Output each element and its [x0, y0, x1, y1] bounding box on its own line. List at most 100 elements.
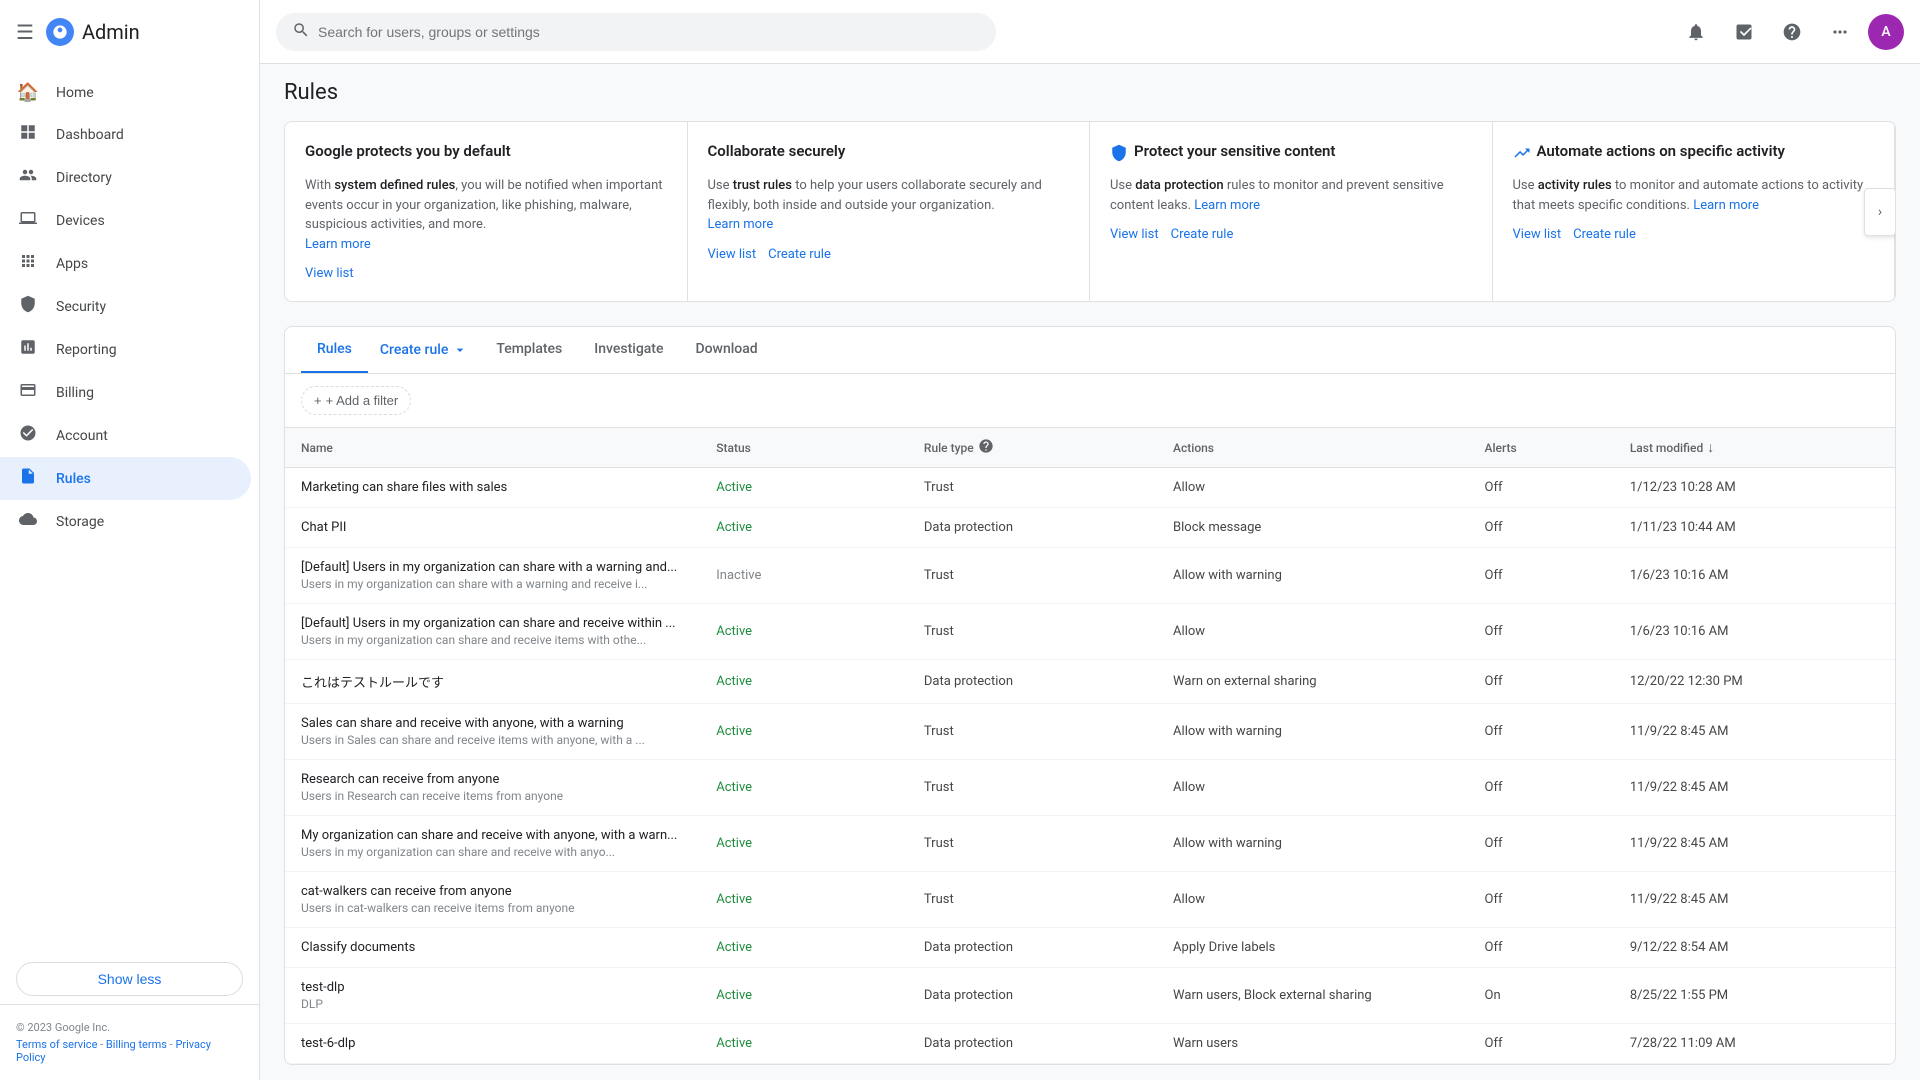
table-row[interactable]: Chat PII Active Data protection Block me… — [285, 508, 1895, 548]
search-input[interactable] — [318, 24, 980, 40]
cell-actions: Allow with warning — [1173, 568, 1484, 583]
cell-actions: Allow with warning — [1173, 724, 1484, 739]
card-description: With system defined rules, you will be n… — [305, 176, 667, 254]
cell-status: Active — [716, 520, 924, 535]
sidebar-item-devices[interactable]: Devices — [0, 199, 251, 242]
sidebar-item-label: Directory — [56, 170, 112, 186]
add-filter-button[interactable]: + + Add a filter — [301, 386, 411, 415]
tab-investigate[interactable]: Investigate — [578, 327, 679, 373]
cell-last-modified: 8/25/22 1:55 PM — [1630, 988, 1879, 1003]
cell-last-modified: 1/11/23 10:44 AM — [1630, 520, 1879, 535]
sidebar-item-reporting[interactable]: Reporting — [0, 328, 251, 371]
create-rule-link[interactable]: Create rule — [1171, 227, 1234, 242]
view-list-link[interactable]: View list — [1110, 227, 1159, 242]
sidebar-item-label: Home — [56, 85, 94, 101]
cell-alerts: Off — [1485, 568, 1630, 583]
cell-alerts: Off — [1485, 520, 1630, 535]
card-description: Use activity rules to monitor and automa… — [1513, 176, 1875, 215]
info-card-activity: Automate actions on specific activity Us… — [1493, 122, 1896, 301]
col-rule-type: Rule type — [924, 438, 1173, 457]
sidebar-item-apps[interactable]: Apps — [0, 242, 251, 285]
table-row[interactable]: cat-walkers can receive from anyone User… — [285, 872, 1895, 928]
card-actions: View list — [305, 266, 667, 281]
create-rule-link[interactable]: Create rule — [768, 247, 831, 262]
help-button[interactable] — [1772, 12, 1812, 52]
apps-button[interactable] — [1820, 12, 1860, 52]
page-title: Rules — [284, 80, 1896, 105]
tab-create-rule[interactable]: Create rule — [368, 336, 480, 364]
cell-last-modified: 7/28/22 11:09 AM — [1630, 1036, 1879, 1051]
sidebar-item-billing[interactable]: Billing — [0, 371, 251, 414]
view-list-link[interactable]: View list — [1513, 227, 1562, 242]
cell-rule-type: Data protection — [924, 988, 1173, 1003]
sidebar-item-label: Security — [56, 299, 106, 315]
sidebar-item-rules[interactable]: Rules — [0, 457, 251, 500]
rules-section: Rules Create rule Templates Investigate … — [284, 326, 1896, 1065]
billing-terms-link[interactable]: Billing terms — [106, 1038, 167, 1051]
reporting-icon — [16, 338, 40, 361]
cell-alerts: Off — [1485, 940, 1630, 955]
sidebar-item-directory[interactable]: Directory — [0, 156, 251, 199]
col-last-modified[interactable]: Last modified ↓ — [1630, 438, 1879, 457]
view-list-link[interactable]: View list — [708, 247, 757, 262]
cell-rule-type: Data protection — [924, 1036, 1173, 1051]
table-row[interactable]: test-dlp DLP Active Data protection Warn… — [285, 968, 1895, 1024]
billing-icon — [16, 381, 40, 404]
cell-rule-type: Trust — [924, 892, 1173, 907]
show-less-button[interactable]: Show less — [16, 962, 243, 996]
home-icon: 🏠 — [16, 82, 40, 103]
menu-icon[interactable]: ☰ — [16, 20, 34, 44]
learn-more-link[interactable]: Learn more — [305, 237, 371, 252]
sidebar-item-storage[interactable]: Storage — [0, 500, 251, 543]
cell-last-modified: 11/9/22 8:45 AM — [1630, 780, 1879, 795]
create-rule-link[interactable]: Create rule — [1573, 227, 1636, 242]
card-title: Collaborate securely — [708, 142, 846, 160]
sidebar-item-dashboard[interactable]: Dashboard — [0, 113, 251, 156]
col-alerts: Alerts — [1485, 438, 1630, 457]
tab-download[interactable]: Download — [679, 327, 773, 373]
learn-more-link[interactable]: Learn more — [1693, 198, 1759, 213]
cell-actions: Warn on external sharing — [1173, 674, 1484, 689]
admin-help-button[interactable] — [1724, 12, 1764, 52]
sidebar-header: ☰ Admin — [0, 0, 259, 64]
cell-name: Chat PII — [301, 520, 716, 535]
learn-more-link[interactable]: Learn more — [708, 217, 774, 232]
table-row[interactable]: [Default] Users in my organization can s… — [285, 604, 1895, 660]
cell-rule-type: Trust — [924, 480, 1173, 495]
devices-icon — [16, 209, 40, 232]
table-row[interactable]: Sales can share and receive with anyone,… — [285, 704, 1895, 760]
tab-rules[interactable]: Rules — [301, 327, 368, 373]
user-avatar[interactable]: A — [1868, 14, 1904, 50]
help-icon[interactable] — [978, 438, 994, 457]
admin-logo[interactable]: Admin — [46, 18, 140, 46]
table-row[interactable]: test-6-dlp Active Data protection Warn u… — [285, 1024, 1895, 1064]
table-row[interactable]: My organization can share and receive wi… — [285, 816, 1895, 872]
table-body: Marketing can share files with sales Act… — [285, 468, 1895, 1064]
sidebar-item-home[interactable]: 🏠 Home — [0, 72, 251, 113]
table-row[interactable]: これはテストルールです Active Data protection Warn … — [285, 660, 1895, 704]
learn-more-link[interactable]: Learn more — [1194, 198, 1260, 213]
app-title: Admin — [82, 20, 140, 44]
sidebar-item-label: Billing — [56, 385, 94, 401]
sidebar-footer: © 2023 Google Inc. Terms of service - Bi… — [0, 1004, 259, 1080]
cards-next-button[interactable]: › — [1864, 188, 1896, 236]
sidebar-item-account[interactable]: Account — [0, 414, 251, 457]
table-row[interactable]: Classify documents Active Data protectio… — [285, 928, 1895, 968]
search-bar[interactable] — [276, 13, 996, 51]
table-row[interactable]: [Default] Users in my organization can s… — [285, 548, 1895, 604]
filter-row: + + Add a filter — [285, 374, 1895, 428]
cell-rule-type: Trust — [924, 780, 1173, 795]
view-list-link[interactable]: View list — [305, 266, 354, 281]
sidebar-item-label: Dashboard — [56, 127, 124, 143]
card-actions: View list Create rule — [1513, 227, 1875, 242]
cell-actions: Allow — [1173, 624, 1484, 639]
tab-templates[interactable]: Templates — [480, 327, 578, 373]
cell-actions: Allow — [1173, 480, 1484, 495]
sidebar-item-label: Apps — [56, 256, 88, 272]
cell-last-modified: 11/9/22 8:45 AM — [1630, 892, 1879, 907]
table-row[interactable]: Research can receive from anyone Users i… — [285, 760, 1895, 816]
sidebar-item-security[interactable]: Security — [0, 285, 251, 328]
notifications-button[interactable] — [1676, 12, 1716, 52]
terms-of-service-link[interactable]: Terms of service — [16, 1038, 97, 1051]
table-row[interactable]: Marketing can share files with sales Act… — [285, 468, 1895, 508]
